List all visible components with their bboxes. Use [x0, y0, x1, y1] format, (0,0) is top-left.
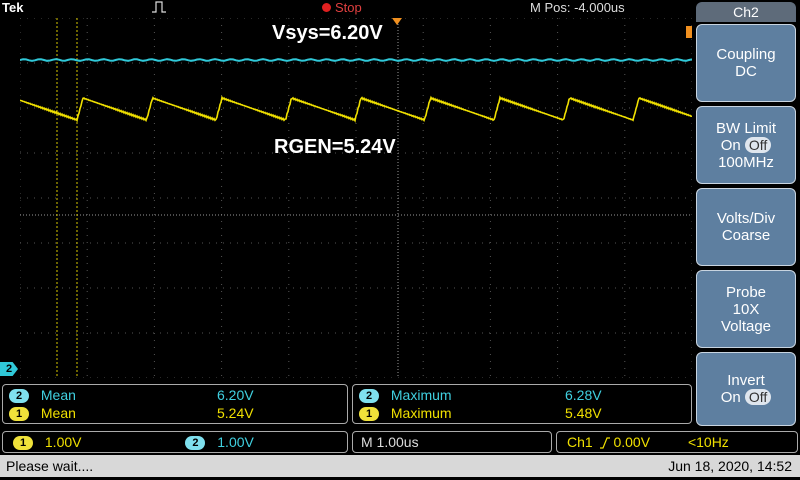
meas-name: Maximum — [390, 405, 452, 421]
status-datetime: Jun 18, 2020, 14:52 — [668, 458, 792, 474]
meas-value: 5.48V — [565, 405, 602, 421]
top-bar: Tek Stop M Pos: -4.000us — [0, 0, 692, 18]
trigger-level-icon — [686, 26, 692, 38]
bw-limit-label: BW Limit — [716, 119, 776, 137]
status-bar: Please wait.... Jun 18, 2020, 14:52 — [0, 455, 800, 477]
invert-button[interactable]: Invert On Off — [696, 352, 796, 426]
horizontal-position: M Pos: -4.000us — [530, 0, 625, 15]
trigger-source: Ch1 — [567, 434, 593, 450]
waveform-display — [20, 18, 692, 378]
trigger-frequency: <10Hz — [687, 434, 729, 450]
stop-indicator-icon — [322, 3, 331, 12]
meas-row-ch2-mean: 2 Mean 6.20V — [9, 387, 343, 405]
coupling-label: Coupling — [716, 46, 776, 63]
bw-limit-on: On — [720, 136, 741, 154]
vertical-scale-readout[interactable]: 1 1.00V 2 1.00V — [2, 431, 348, 453]
vsys-annotation: Vsys=6.20V — [272, 22, 383, 44]
measurement-panel-max: 2 Maximum 6.28V 1 Maximum 5.48V — [352, 384, 692, 424]
trigger-readout[interactable]: Ch1 0.00V <10Hz — [556, 431, 798, 453]
status-message: Please wait.... — [6, 458, 94, 474]
bottom-readout-bar: 1 1.00V 2 1.00V M 1.00us Ch1 0.00V <10Hz — [0, 431, 800, 453]
bw-limit-freq: 100MHz — [718, 153, 774, 171]
meas-value: 6.28V — [565, 387, 602, 403]
ch1-scale-badge: 1 — [13, 436, 33, 451]
side-menu: Ch2 Coupling DC BW Limit On Off 100MHz V… — [696, 2, 800, 426]
coupling-value: DC — [735, 63, 757, 80]
meas-value: 5.24V — [217, 405, 254, 421]
ch2-badge: 2 — [9, 389, 29, 404]
meas-name: Maximum — [390, 387, 452, 403]
ch2-scale-badge: 2 — [185, 436, 206, 451]
ch2-ground-marker[interactable]: 2 — [0, 362, 18, 376]
acquisition-state: Stop — [335, 0, 362, 15]
probe-type: Voltage — [720, 317, 772, 335]
timebase-readout[interactable]: M 1.00us — [352, 431, 552, 453]
meas-value: 6.20V — [217, 387, 254, 403]
measurement-panel-mean: 2 Mean 6.20V 1 Mean 5.24V — [2, 384, 348, 424]
volts-div-value: Coarse — [721, 227, 771, 244]
meas-name: Mean — [40, 405, 76, 421]
volts-div-label: Volts/Div — [716, 210, 776, 227]
invert-label: Invert — [727, 372, 765, 389]
invert-off: Off — [744, 389, 772, 405]
ch2-badge: 2 — [359, 389, 379, 404]
ch2-scale: 1.00V — [217, 434, 254, 450]
probe-atten: 10X — [732, 300, 760, 318]
meas-row-ch2-max: 2 Maximum 6.28V — [359, 387, 687, 405]
trigger-mode-icon — [152, 1, 166, 13]
meas-row-ch1-mean: 1 Mean 5.24V — [9, 405, 343, 423]
invert-on: On — [720, 389, 741, 406]
side-menu-title: Ch2 — [696, 2, 796, 22]
graticule — [20, 18, 692, 378]
probe-button[interactable]: Probe 10X Voltage — [696, 270, 796, 348]
bw-limit-off: Off — [744, 136, 772, 153]
volts-div-button[interactable]: Volts/Div Coarse — [696, 188, 796, 266]
ch1-badge: 1 — [9, 407, 29, 422]
rgen-annotation: RGEN=5.24V — [274, 136, 396, 158]
ch1-scale: 1.00V — [44, 434, 82, 450]
probe-label: Probe — [725, 283, 767, 301]
rising-edge-icon — [599, 437, 610, 449]
trigger-level: 0.00V — [613, 434, 651, 450]
coupling-button[interactable]: Coupling DC — [696, 24, 796, 102]
bw-limit-button[interactable]: BW Limit On Off 100MHz — [696, 106, 796, 184]
meas-name: Mean — [40, 387, 76, 403]
ch2-waveform — [20, 58, 692, 62]
meas-row-ch1-max: 1 Maximum 5.48V — [359, 405, 687, 423]
trigger-position-icon — [392, 18, 402, 25]
brand-label: Tek — [2, 0, 24, 15]
ch1-badge: 1 — [359, 407, 379, 422]
